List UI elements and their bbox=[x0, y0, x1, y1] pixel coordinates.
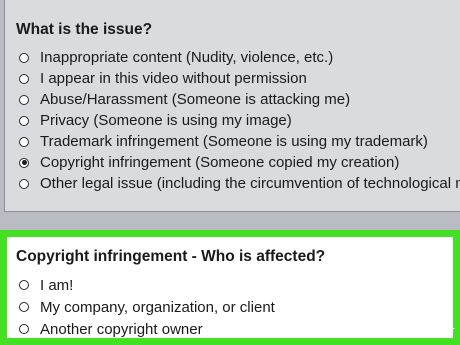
option-label: Copyright infringement (Someone copied m… bbox=[40, 154, 400, 171]
radio-button[interactable] bbox=[19, 178, 29, 189]
radio-button[interactable] bbox=[19, 280, 29, 290]
affected-question-title: Copyright infringement - Who is affected… bbox=[16, 248, 326, 265]
issue-option-other-legal[interactable]: Other legal issue (including the circumv… bbox=[19, 173, 460, 194]
option-label: Trademark infringement (Someone is using… bbox=[40, 133, 428, 150]
option-label: Other legal issue (including the circumv… bbox=[40, 175, 460, 192]
affected-option-company[interactable]: My company, organization, or client bbox=[19, 296, 275, 318]
issue-option-inappropriate[interactable]: Inappropriate content (Nudity, violence,… bbox=[19, 47, 460, 68]
option-label: Privacy (Someone is using my image) bbox=[40, 112, 292, 129]
radio-button[interactable] bbox=[19, 52, 29, 63]
issue-option-appear-without-permission[interactable]: I appear in this video without permissio… bbox=[19, 68, 460, 89]
option-label: My company, organization, or client bbox=[40, 298, 275, 316]
option-label: I am! bbox=[40, 276, 74, 294]
issue-options-group: Inappropriate content (Nudity, violence,… bbox=[19, 47, 460, 194]
radio-button[interactable] bbox=[19, 136, 29, 147]
radio-button[interactable] bbox=[19, 73, 29, 84]
wikihow-watermark: wikiHow bbox=[376, 322, 454, 342]
watermark-part2: How bbox=[411, 322, 454, 342]
radio-button[interactable] bbox=[19, 94, 29, 105]
option-label: I appear in this video without permissio… bbox=[40, 70, 307, 87]
issue-option-privacy[interactable]: Privacy (Someone is using my image) bbox=[19, 110, 460, 131]
issue-option-abuse-harassment[interactable]: Abuse/Harassment (Someone is attacking m… bbox=[19, 89, 460, 110]
issue-option-copyright[interactable]: Copyright infringement (Someone copied m… bbox=[19, 152, 460, 173]
option-label: Abuse/Harassment (Someone is attacking m… bbox=[40, 91, 351, 108]
radio-button[interactable] bbox=[19, 115, 29, 126]
option-label: Another copyright owner bbox=[40, 320, 203, 338]
radio-button-selected[interactable] bbox=[19, 157, 29, 168]
radio-button[interactable] bbox=[19, 324, 29, 334]
affected-option-me[interactable]: I am! bbox=[19, 274, 275, 296]
option-label: Inappropriate content (Nudity, violence,… bbox=[40, 49, 334, 66]
issue-question-title: What is the issue? bbox=[16, 21, 153, 38]
affected-option-other-owner[interactable]: Another copyright owner bbox=[19, 318, 275, 340]
radio-button[interactable] bbox=[19, 302, 29, 312]
watermark-part1: wiki bbox=[376, 322, 412, 342]
issue-option-trademark[interactable]: Trademark infringement (Someone is using… bbox=[19, 131, 460, 152]
affected-options-group: I am! My company, organization, or clien… bbox=[19, 274, 275, 340]
